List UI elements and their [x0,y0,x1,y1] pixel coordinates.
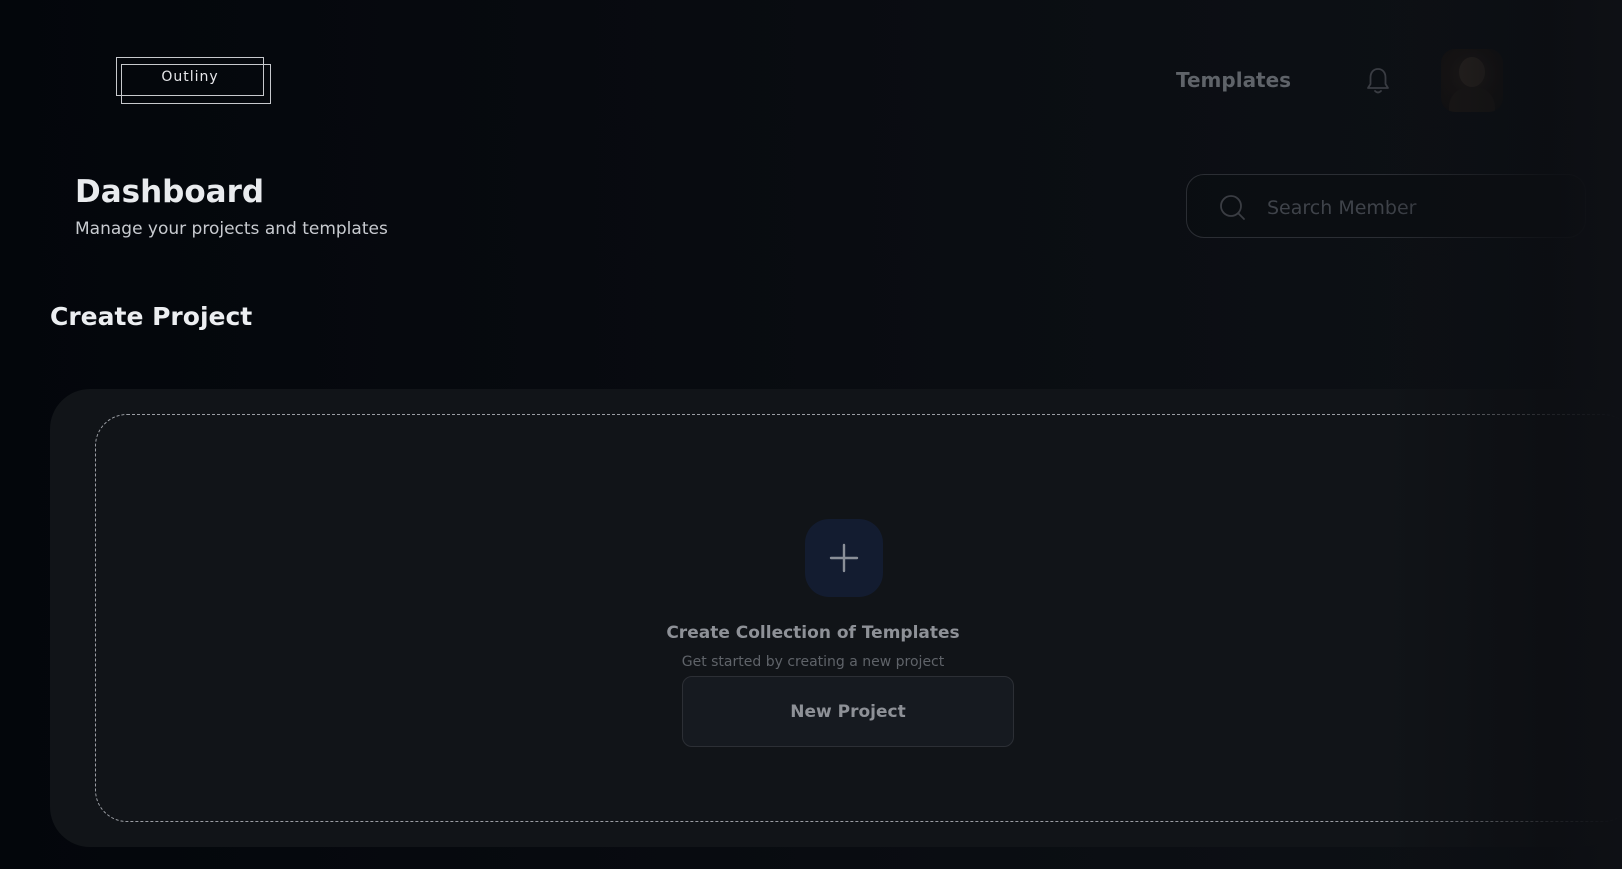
logo-text: Outliny [161,69,219,85]
avatar-body [1449,87,1495,112]
section-title: Create Project [50,302,253,331]
dashboard-page: Outliny Templates Dashboard Manage your … [0,0,1622,869]
logo[interactable]: Outliny [116,57,271,104]
page-subtitle: Manage your projects and templates [75,219,388,239]
search-input[interactable] [1265,189,1569,227]
new-project-button[interactable]: New Project [682,676,1014,747]
avatar[interactable] [1441,49,1503,112]
nav-templates-link[interactable]: Templates [1176,68,1291,92]
empty-state-subtitle: Get started by creating a new project [681,654,945,670]
page-title: Dashboard [75,174,265,210]
search-box[interactable] [1186,174,1586,238]
plus-icon [829,543,859,573]
bell-icon[interactable] [1364,66,1392,96]
create-project-card: Create Collection of Templates Get start… [50,389,1622,847]
empty-state-title: Create Collection of Templates [666,623,960,643]
avatar-head [1459,57,1485,87]
add-project-icon-button[interactable] [805,519,883,597]
search-icon [1219,194,1247,222]
project-dropzone[interactable]: Create Collection of Templates Get start… [95,414,1622,822]
